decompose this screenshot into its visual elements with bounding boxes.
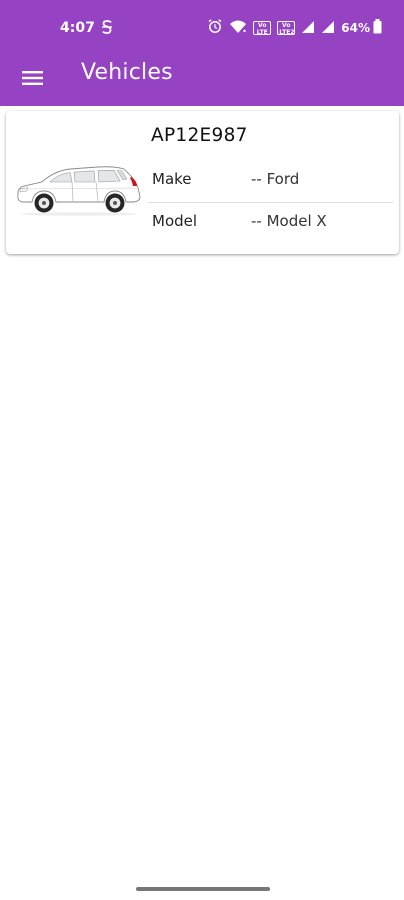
make-label: Make	[152, 170, 192, 188]
model-label: Model	[152, 212, 198, 230]
status-icons: Vo LTE Vo LTE2 64%	[201, 18, 382, 38]
battery-icon	[373, 18, 382, 38]
vehicle-registration: AP12E987	[151, 125, 248, 146]
make-value: -- Ford	[251, 170, 300, 188]
toolbar: Vehicles	[0, 56, 404, 106]
app-header: 4:07 Vo LTE Vo LTE2 64% Vehicles	[0, 0, 404, 106]
volte-icon: Vo LTE	[253, 21, 272, 36]
status-time: 4:07	[60, 20, 95, 36]
make-row: Make -- Ford	[148, 161, 393, 201]
signal-icon-1	[301, 19, 315, 38]
wifi-icon	[229, 19, 247, 38]
model-row: Model -- Model X	[148, 203, 393, 243]
model-value: -- Model X	[251, 212, 327, 230]
home-indicator[interactable]	[136, 887, 270, 891]
signal-icon-2	[321, 19, 335, 38]
battery-percent: 64%	[341, 21, 370, 35]
page-title: Vehicles	[81, 60, 173, 85]
status-bar: 4:07 Vo LTE Vo LTE2 64%	[0, 0, 404, 56]
alarm-icon	[207, 18, 223, 38]
vehicle-card[interactable]: AP12E987 Make -- Ford Model -- Model X	[6, 111, 399, 254]
hamburger-menu-icon[interactable]	[21, 66, 45, 90]
volte2-icon: Vo LTE2	[277, 21, 296, 36]
app-notification-icon	[101, 19, 113, 40]
car-image	[14, 155, 144, 219]
